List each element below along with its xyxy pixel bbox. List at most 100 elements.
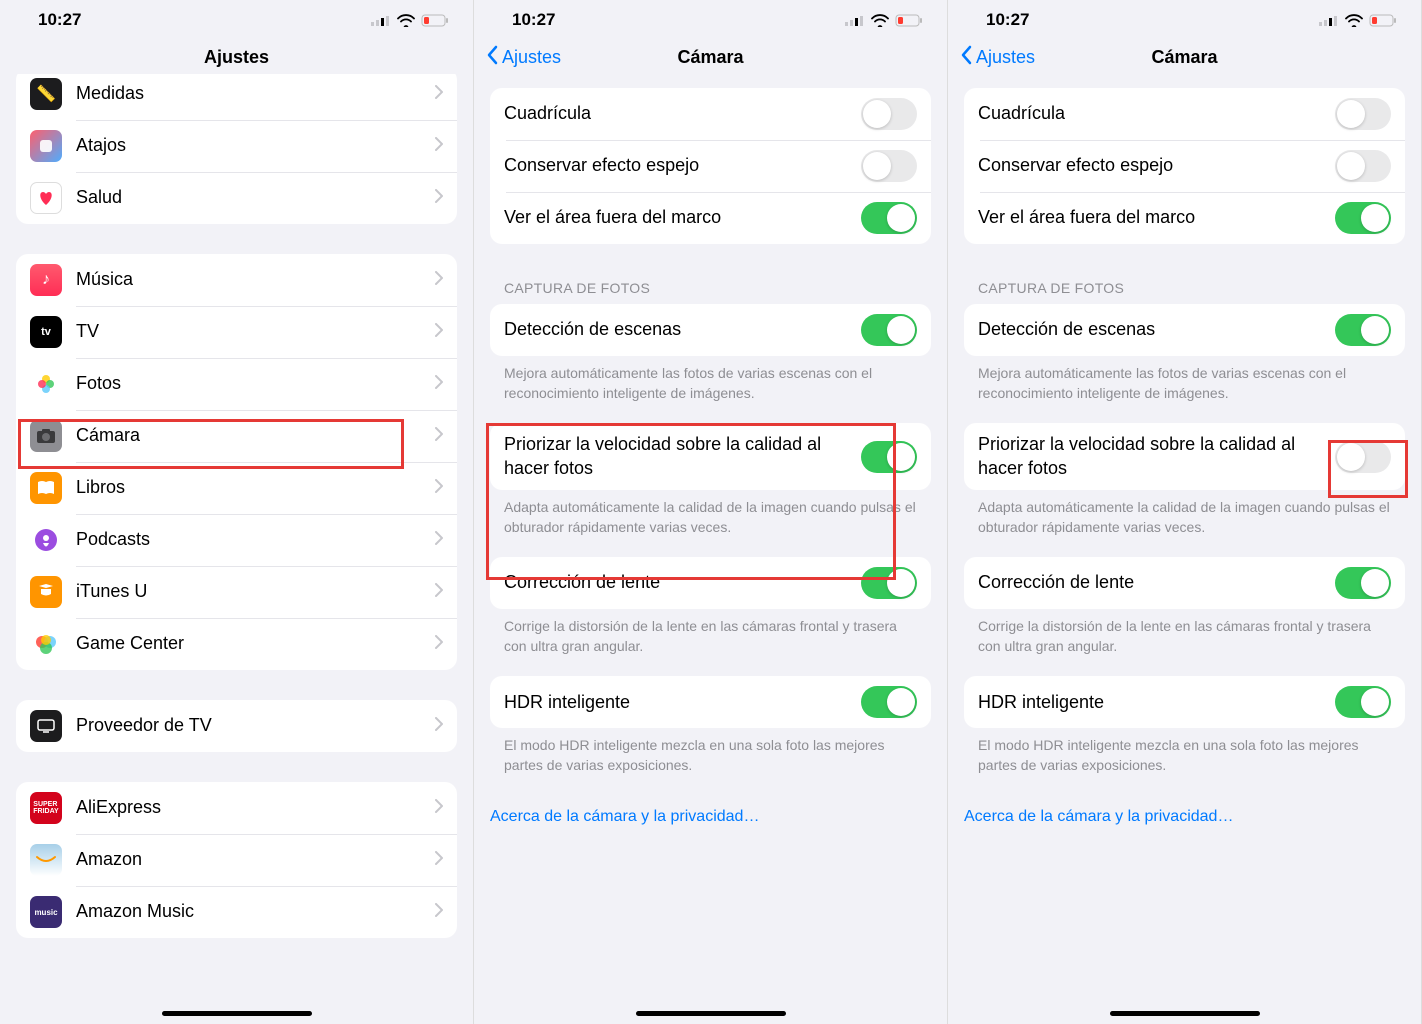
- nav-title: Ajustes: [0, 47, 473, 68]
- shortcuts-icon: [30, 130, 62, 162]
- chevron-right-icon: [435, 375, 443, 394]
- privacy-link[interactable]: Acerca de la cámara y la privacidad…: [964, 794, 1405, 840]
- row-label: Game Center: [76, 632, 435, 655]
- row-label: HDR inteligente: [978, 691, 1335, 714]
- toggle-cuadricula[interactable]: [861, 98, 917, 130]
- row-label: AliExpress: [76, 796, 435, 819]
- amazonmusic-icon: music: [30, 896, 62, 928]
- nav-back-button[interactable]: Ajustes: [486, 45, 561, 70]
- chevron-left-icon: [486, 45, 498, 70]
- toggle-escenas[interactable]: [1335, 314, 1391, 346]
- row-label: Medidas: [76, 82, 435, 105]
- toggle-row-priorizar: Priorizar la velocidad sobre la calidad …: [490, 423, 931, 490]
- chevron-right-icon: [435, 531, 443, 550]
- row-label: Cámara: [76, 424, 435, 447]
- toggle-espejo[interactable]: [1335, 150, 1391, 182]
- chevron-right-icon: [435, 851, 443, 870]
- toggle-row-priorizar: Priorizar la velocidad sobre la calidad …: [964, 423, 1405, 490]
- chevron-right-icon: [435, 85, 443, 104]
- settings-row-medidas[interactable]: 📏 Medidas: [16, 74, 457, 120]
- settings-row-fotos[interactable]: Fotos: [16, 358, 457, 410]
- chevron-right-icon: [435, 137, 443, 156]
- row-label: Proveedor de TV: [76, 714, 435, 737]
- footer-hdr: El modo HDR inteligente mezcla en una so…: [490, 728, 931, 775]
- toggle-row-marco: Ver el área fuera del marco: [490, 192, 931, 244]
- settings-row-aliexpress[interactable]: SUPERFRIDAY AliExpress: [16, 782, 457, 834]
- nav-back-label: Ajustes: [502, 47, 561, 68]
- cellular-icon: [371, 14, 391, 26]
- footer-priorizar: Adapta automáticamente la calidad de la …: [964, 490, 1405, 537]
- row-label: Podcasts: [76, 528, 435, 551]
- privacy-link[interactable]: Acerca de la cámara y la privacidad…: [490, 794, 931, 840]
- phone-settings-list: 10:27 Ajustes 📏 Medidas Atajos: [0, 0, 474, 1024]
- toggle-lente[interactable]: [861, 567, 917, 599]
- nav-back-label: Ajustes: [976, 47, 1035, 68]
- status-bar: 10:27: [474, 0, 947, 36]
- toggle-row-escenas: Detección de escenas: [490, 304, 931, 356]
- row-label: Conservar efecto espejo: [504, 154, 861, 177]
- row-label: Conservar efecto espejo: [978, 154, 1335, 177]
- wifi-icon: [397, 14, 415, 27]
- amazon-icon: [30, 844, 62, 876]
- nav-bar: Ajustes Cámara: [474, 36, 947, 80]
- settings-row-gamecenter[interactable]: Game Center: [16, 618, 457, 670]
- home-indicator: [636, 1011, 786, 1016]
- toggle-lente[interactable]: [1335, 567, 1391, 599]
- settings-row-podcasts[interactable]: Podcasts: [16, 514, 457, 566]
- settings-row-camara[interactable]: Cámara: [16, 410, 457, 462]
- nav-back-button[interactable]: Ajustes: [960, 45, 1035, 70]
- settings-row-amazon[interactable]: Amazon: [16, 834, 457, 886]
- settings-row-libros[interactable]: Libros: [16, 462, 457, 514]
- status-icons: [1319, 14, 1397, 27]
- row-label: Libros: [76, 476, 435, 499]
- toggle-priorizar[interactable]: [861, 441, 917, 473]
- toggle-row-escenas: Detección de escenas: [964, 304, 1405, 356]
- toggle-row-hdr: HDR inteligente: [490, 676, 931, 728]
- row-label: Salud: [76, 186, 435, 209]
- settings-content[interactable]: 📏 Medidas Atajos Salud ♪: [0, 74, 473, 1024]
- row-label: Cuadrícula: [978, 102, 1335, 125]
- settings-row-musica[interactable]: ♪ Música: [16, 254, 457, 306]
- chevron-right-icon: [435, 479, 443, 498]
- settings-row-tvprovider[interactable]: Proveedor de TV: [16, 700, 457, 752]
- toggle-cuadricula[interactable]: [1335, 98, 1391, 130]
- chevron-right-icon: [435, 903, 443, 922]
- camera-icon: [30, 420, 62, 452]
- camera-settings-content[interactable]: Cuadrícula Conservar efecto espejo Ver e…: [474, 80, 947, 1024]
- footer-escenas: Mejora automáticamente las fotos de vari…: [490, 356, 931, 403]
- settings-row-tv[interactable]: tv TV: [16, 306, 457, 358]
- toggle-hdr[interactable]: [1335, 686, 1391, 718]
- settings-row-amazonmusic[interactable]: music Amazon Music: [16, 886, 457, 938]
- row-label: Ver el área fuera del marco: [504, 206, 861, 229]
- music-icon: ♪: [30, 264, 62, 296]
- toggle-marco[interactable]: [861, 202, 917, 234]
- chevron-right-icon: [435, 799, 443, 818]
- chevron-right-icon: [435, 717, 443, 736]
- status-time: 10:27: [986, 10, 1029, 30]
- wifi-icon: [1345, 14, 1363, 27]
- footer-priorizar: Adapta automáticamente la calidad de la …: [490, 490, 931, 537]
- ruler-icon: 📏: [30, 78, 62, 110]
- toggle-escenas[interactable]: [861, 314, 917, 346]
- row-label: Ver el área fuera del marco: [978, 206, 1335, 229]
- toggle-marco[interactable]: [1335, 202, 1391, 234]
- home-indicator: [162, 1011, 312, 1016]
- status-bar: 10:27: [0, 0, 473, 36]
- row-label: Detección de escenas: [504, 318, 861, 341]
- chevron-left-icon: [960, 45, 972, 70]
- podcasts-icon: [30, 524, 62, 556]
- settings-row-salud[interactable]: Salud: [16, 172, 457, 224]
- toggle-row-espejo: Conservar efecto espejo: [490, 140, 931, 192]
- camera-settings-content[interactable]: Cuadrícula Conservar efecto espejo Ver e…: [948, 80, 1421, 1024]
- settings-row-itunesu[interactable]: iTunes U: [16, 566, 457, 618]
- toggle-priorizar[interactable]: [1335, 441, 1391, 473]
- battery-low-icon: [421, 14, 449, 27]
- toggle-hdr[interactable]: [861, 686, 917, 718]
- settings-row-atajos[interactable]: Atajos: [16, 120, 457, 172]
- status-bar: 10:27: [948, 0, 1421, 36]
- wifi-icon: [871, 14, 889, 27]
- toggle-espejo[interactable]: [861, 150, 917, 182]
- section-header-captura: CAPTURA DE FOTOS: [490, 280, 931, 304]
- row-label: Corrección de lente: [504, 571, 861, 594]
- toggle-row-lente: Corrección de lente: [490, 557, 931, 609]
